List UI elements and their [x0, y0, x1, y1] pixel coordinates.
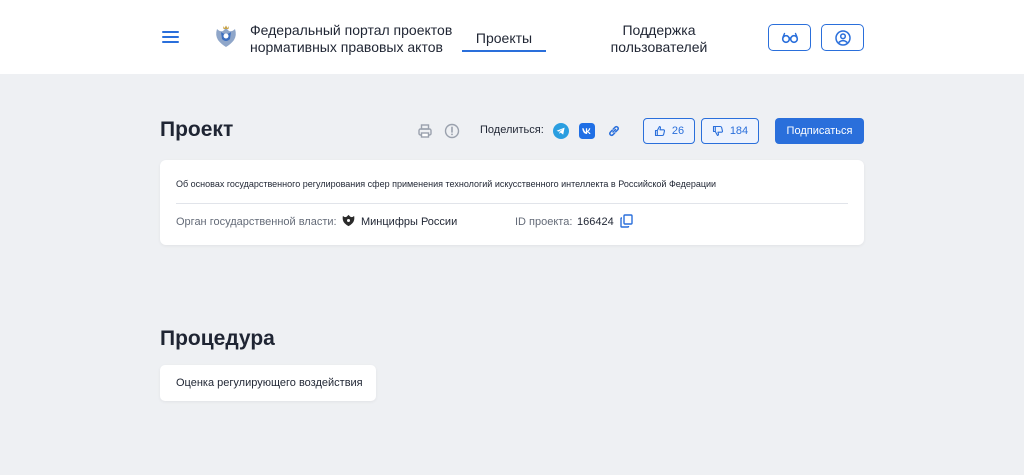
portal-title-line1: Федеральный портал проектов	[250, 22, 453, 38]
hamburger-menu-icon[interactable]	[162, 30, 179, 44]
like-button[interactable]: 26	[643, 118, 695, 144]
project-id-value: 166424	[577, 216, 614, 228]
dislike-count: 184	[729, 125, 749, 137]
exclamation-circle-icon[interactable]	[444, 123, 460, 139]
nav-user-support[interactable]: Поддержка пользователей	[598, 22, 720, 56]
coat-of-arms-icon	[342, 214, 355, 227]
procedure-stage: Оценка регулирующего воздействия	[176, 377, 363, 389]
project-card: Об основах государственного регулировани…	[160, 160, 864, 245]
like-count: 26	[671, 125, 685, 137]
coat-of-arms-icon[interactable]	[212, 23, 240, 51]
user-icon	[834, 29, 851, 46]
nav-projects[interactable]: Проекты	[462, 24, 546, 52]
accessibility-button[interactable]	[768, 24, 811, 51]
portal-title[interactable]: Федеральный портал проектов нормативных …	[250, 22, 460, 56]
telegram-icon[interactable]	[553, 123, 569, 139]
profile-button[interactable]	[821, 24, 864, 51]
dislike-button[interactable]: 184	[701, 118, 759, 144]
vk-icon[interactable]	[579, 123, 595, 139]
procedure-stage-card[interactable]: Оценка регулирующего воздействия	[160, 365, 376, 401]
glasses-icon	[781, 32, 798, 43]
divider	[176, 203, 848, 204]
project-heading: Проект	[160, 118, 234, 141]
printer-icon[interactable]	[417, 123, 433, 139]
org-value: Минцифры России	[361, 216, 458, 228]
thumbs-up-icon	[654, 125, 665, 137]
link-icon[interactable]	[606, 123, 622, 139]
procedure-heading: Процедура	[160, 327, 275, 350]
portal-title-line2: нормативных правовых актов	[250, 39, 443, 55]
thumbs-down-icon	[712, 125, 723, 137]
nav-support-line2: пользователей	[610, 39, 708, 55]
copy-icon[interactable]	[620, 214, 633, 228]
project-title: Об основах государственного регулировани…	[176, 179, 717, 189]
top-header: Федеральный портал проектов нормативных …	[0, 0, 1024, 74]
nav-support-line1: Поддержка	[622, 22, 696, 38]
subscribe-button[interactable]: Подписаться	[775, 118, 864, 144]
project-id-label: ID проекта:	[515, 216, 573, 228]
org-label: Орган государственной власти:	[176, 216, 337, 228]
share-label: Поделиться:	[480, 124, 544, 136]
